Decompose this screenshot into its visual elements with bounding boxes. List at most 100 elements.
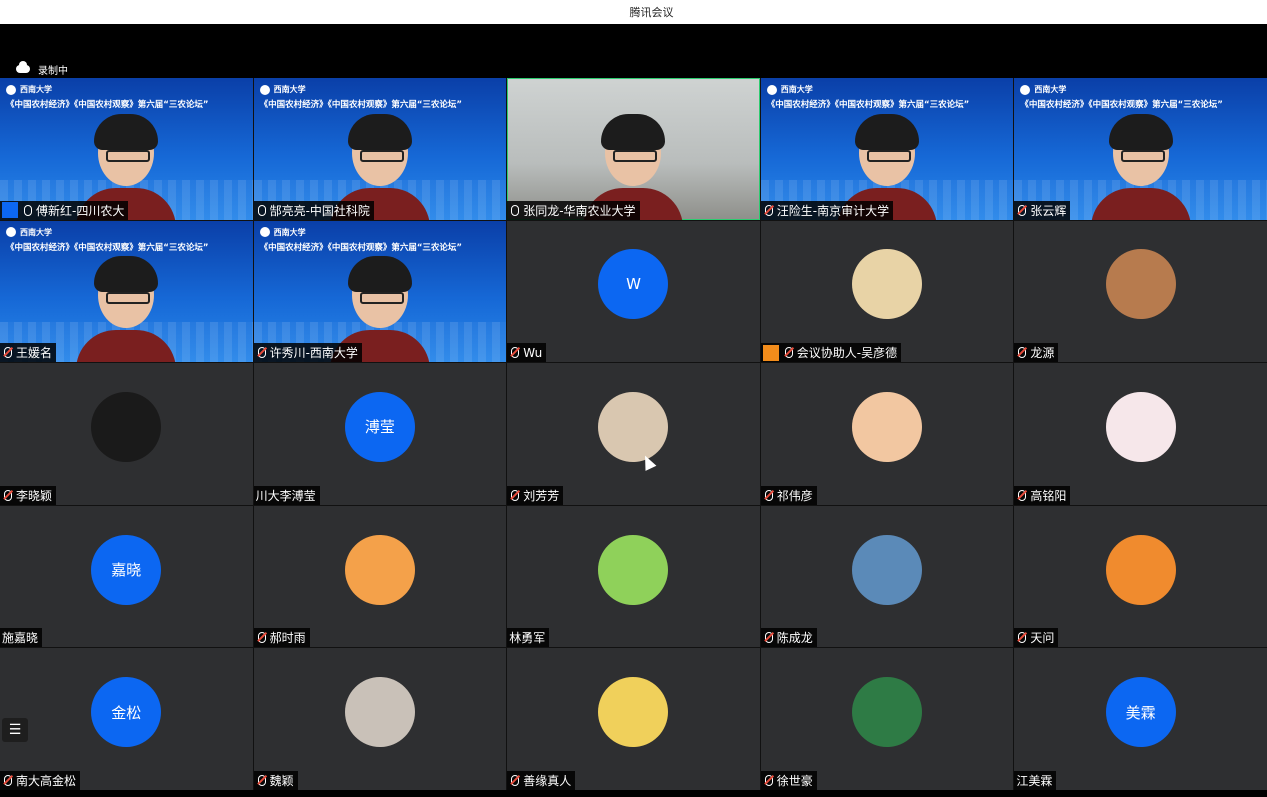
participant-name-label: 川大李溥莹 — [253, 485, 320, 505]
microphone-icon — [1018, 347, 1027, 359]
microphone-icon — [1018, 204, 1027, 216]
participant-name: 李晓颖 — [16, 488, 53, 503]
participant-name-label: 魏颖 — [253, 771, 298, 790]
participant-name-label: 王媛名 — [0, 343, 57, 363]
recording-indicator: 录制中 — [0, 60, 68, 78]
logo-text: 西南大学 — [20, 227, 52, 237]
participant-tile[interactable]: 刘芳芳 — [507, 363, 760, 505]
participant-tile[interactable]: 金松 南大高金松 — [0, 648, 253, 790]
avatar-initials: 美霖 — [1105, 677, 1176, 748]
participant-name: 川大李溥莹 — [255, 488, 316, 503]
participant-name-label: 施嘉晓 — [0, 628, 43, 648]
participant-tile[interactable]: 天问 — [1014, 505, 1267, 648]
participant-name: 傅新红-四川农大 — [36, 203, 125, 218]
participant-tile[interactable]: 郝时雨 — [253, 505, 507, 648]
participant-tile[interactable]: 美霖江美霖 — [1014, 648, 1267, 790]
avatar-initials: 溥莹 — [344, 391, 415, 462]
participant-tile[interactable]: 西南大学 《中国农村经济》《中国农村观察》第六届“三农论坛” 张云辉 — [1014, 78, 1267, 220]
window-titlebar: 腾讯会议 — [0, 0, 1267, 24]
emblem-icon — [6, 227, 16, 238]
dog-icon — [852, 249, 923, 320]
microphone-icon — [511, 347, 520, 359]
list-icon[interactable]: ☰ — [2, 718, 28, 742]
microphone-icon — [764, 775, 773, 786]
participant-name-label: 陈成龙 — [760, 628, 817, 648]
portrait-icon — [91, 391, 162, 462]
participant-tile[interactable]: 溥莹川大李溥莹 — [253, 363, 507, 505]
participant-tile[interactable]: 高铭阳 — [1014, 363, 1267, 505]
participant-name-label: 徐世豪 — [760, 771, 817, 790]
participant-tile[interactable]: 会议协助人-吴彦德 — [760, 220, 1014, 363]
participant-tile[interactable]: 陈成龙 — [760, 505, 1014, 648]
microphone-icon — [1018, 632, 1027, 644]
banner-title: 《中国农村经济》《中国农村观察》第六届“三农论坛” — [766, 100, 970, 110]
participant-name-label: 张云辉 — [1014, 200, 1071, 220]
participant-name-label: 高铭阳 — [1014, 485, 1071, 505]
sunset-icon — [1105, 534, 1176, 605]
participant-tile[interactable]: 西南大学《中国农村经济》《中国农村观察》第六届“三农论坛” 汪险生-南京审计大学 — [760, 78, 1014, 220]
participant-name-label: 龙源 — [1014, 343, 1059, 363]
participant-tile[interactable]: 西南大学 《中国农村经济》《中国农村观察》第六届“三农论坛” 许秀川-西南大学 — [253, 220, 507, 363]
participant-tile[interactable]: 张同龙-华南农业大学 — [507, 78, 760, 220]
participant-tile[interactable]: 李晓颖 — [0, 363, 253, 505]
participant-name-label: 傅新红-四川农大 — [0, 200, 129, 220]
participant-name-label: 天问 — [1014, 628, 1059, 648]
participant-tile[interactable]: 西南大学 《中国农村经济》《中国农村观察》第六届“三农论坛” 郜亮亮-中国社科院 — [253, 78, 507, 220]
participant-tile[interactable]: 魏颖 — [253, 648, 507, 790]
participant-tile[interactable]: 祁伟彦 — [760, 363, 1014, 505]
conference-banner: 西南大学 《中国农村经济》《中国农村观察》第六届“三农论坛” — [254, 84, 507, 110]
participant-name-label: 江美霖 — [1014, 771, 1057, 790]
cohost-icon — [762, 344, 779, 361]
cube-icon — [852, 677, 923, 748]
window-title: 腾讯会议 — [629, 6, 674, 19]
microphone-icon — [4, 489, 12, 501]
participant-name-label: 郜亮亮-中国社科院 — [253, 200, 374, 220]
participant-name: 南大高金松 — [16, 774, 77, 788]
university-logo: 西南大学 — [766, 84, 1008, 95]
participant-name: 许秀川-西南大学 — [269, 346, 358, 361]
participant-name: 善缘真人 — [523, 774, 572, 788]
participant-tile[interactable]: 善缘真人 — [507, 648, 760, 790]
participant-tile[interactable]: 龙源 — [1014, 220, 1267, 363]
participant-tile[interactable]: 西南大学 《中国农村经济》《中国农村观察》第六届“三农论坛” 傅新红-四川农大 — [0, 78, 253, 220]
university-logo: 西南大学 — [259, 227, 501, 238]
child-photo-icon — [852, 391, 923, 462]
microphone-icon — [24, 204, 32, 216]
microphone-icon — [764, 632, 773, 644]
tiger-icon — [344, 534, 415, 605]
participant-name-label: 郝时雨 — [253, 628, 310, 648]
microphone-icon — [257, 632, 266, 644]
participant-tile[interactable]: 林勇军 — [507, 505, 760, 648]
microphone-icon — [4, 775, 12, 786]
participant-tile[interactable]: 嘉晓施嘉晓 — [0, 505, 253, 648]
participant-name-label: 李晓颖 — [0, 485, 57, 505]
participant-name: 龙源 — [1030, 346, 1055, 361]
participant-name: 林勇军 — [509, 631, 546, 646]
mountain-icon — [852, 534, 923, 605]
avatar-initials: 嘉晓 — [91, 534, 162, 605]
reading-cartoon-icon — [1105, 391, 1176, 462]
microphone-icon — [511, 489, 520, 501]
participant-name: 陈成龙 — [776, 631, 813, 646]
microphone-icon — [784, 347, 793, 359]
participant-name: 汪险生-南京审计大学 — [776, 203, 890, 218]
participant-tile[interactable]: W Wu — [507, 220, 760, 363]
participant-video-feed — [1090, 110, 1191, 220]
participant-tile[interactable]: 徐世豪 — [760, 648, 1014, 790]
logo-text: 西南大学 — [780, 85, 813, 94]
participant-name-label: 会议协助人-吴彦德 — [760, 343, 902, 363]
participant-grid: 西南大学 《中国农村经济》《中国农村观察》第六届“三农论坛” 傅新红-四川农大 西南大… — [0, 78, 1267, 790]
participant-name: 魏颖 — [269, 774, 294, 788]
mandala-icon — [598, 677, 669, 748]
participant-name: 徐世豪 — [776, 774, 813, 788]
participant-name: 天问 — [1030, 631, 1055, 646]
participant-name: 高铭阳 — [1030, 488, 1067, 503]
participant-name-label: 张同龙-华南农业大学 — [507, 200, 640, 220]
banner-title: 《中国农村经济》《中国农村观察》第六届“三农论坛” — [1020, 100, 1223, 110]
microphone-icon — [4, 347, 12, 359]
cloud-icon — [16, 61, 30, 73]
university-logo: 西南大学 — [259, 84, 501, 95]
participant-tile[interactable]: 西南大学 《中国农村经济》《中国农村观察》第六届“三农论坛” 王媛名 — [0, 220, 253, 363]
participant-name-label: Wu — [507, 343, 547, 363]
conference-banner: 西南大学 《中国农村经济》《中国农村观察》第六届“三农论坛” — [0, 84, 253, 110]
